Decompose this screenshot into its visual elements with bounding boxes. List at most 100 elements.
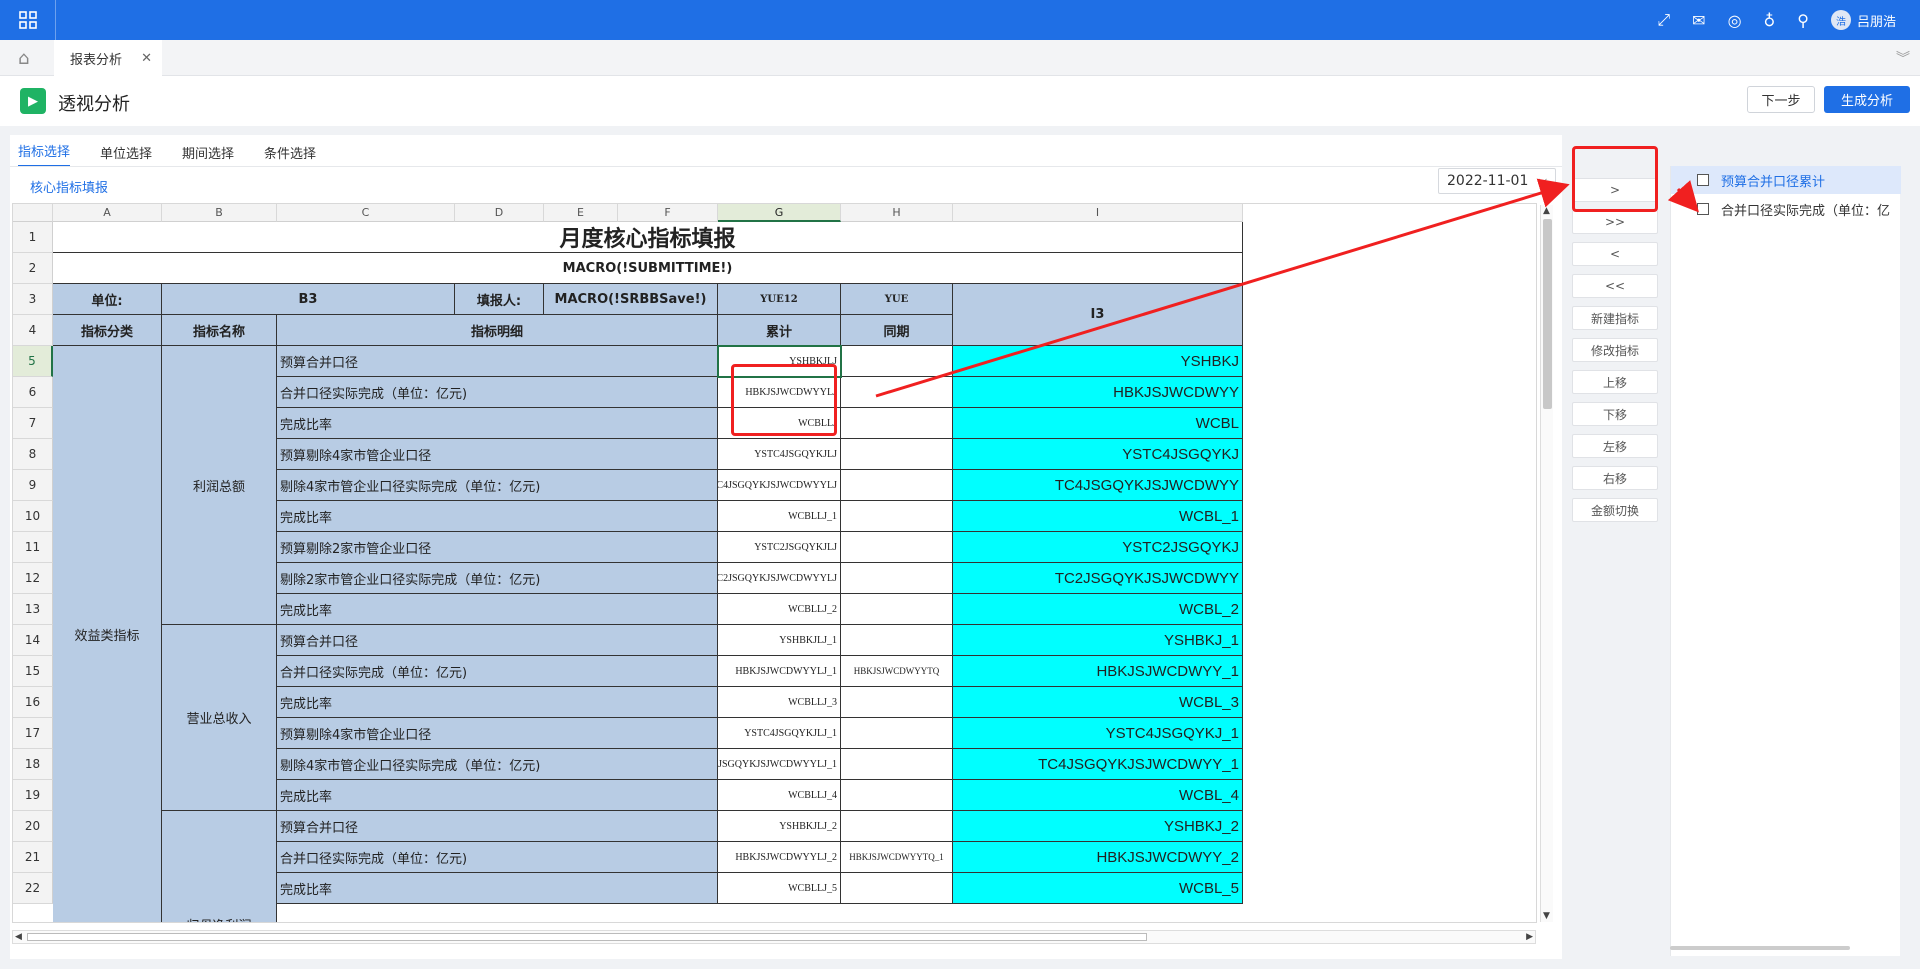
same-period-cell[interactable] <box>841 532 953 563</box>
i-value-cell[interactable]: YSTC4JSGQYKJ_1 <box>953 718 1243 749</box>
shift-right-button[interactable]: 右移 <box>1572 466 1658 490</box>
i-value-cell[interactable]: YSTC2JSGQYKJ <box>953 532 1243 563</box>
cumulative-header-cell[interactable]: 累计 <box>718 315 841 346</box>
shift-left-button[interactable]: 左移 <box>1572 434 1658 458</box>
same-period-cell[interactable] <box>841 873 953 904</box>
scroll-thumb[interactable] <box>27 933 1147 941</box>
row-header[interactable]: 3 <box>13 284 53 315</box>
close-icon[interactable]: ✕ <box>141 51 152 66</box>
chevron-down-icon[interactable]: ︾ <box>1896 48 1910 68</box>
row-header[interactable]: 1 <box>13 222 53 253</box>
same-period-cell[interactable] <box>841 749 953 780</box>
scroll-left-icon[interactable]: ◀ <box>15 932 22 942</box>
home-icon[interactable]: ⌂ <box>18 48 29 69</box>
row-header[interactable]: 14 <box>13 625 53 656</box>
app-grid-icon[interactable] <box>0 0 56 40</box>
i-value-cell[interactable]: WCBL_3 <box>953 687 1243 718</box>
detail-cell[interactable]: 预算合并口径 <box>277 811 718 842</box>
group-cell[interactable]: 营业总收入 <box>162 625 277 811</box>
filler-macro-cell[interactable]: MACRO(!SRBBSave!) <box>544 284 718 315</box>
fullscreen-icon[interactable]: ⤢ <box>1657 10 1670 30</box>
scroll-down-icon[interactable]: ▼ <box>1543 911 1550 921</box>
unit-label-cell[interactable]: 单位: <box>53 284 162 315</box>
row-header[interactable]: 15 <box>13 656 53 687</box>
row-header[interactable]: 11 <box>13 532 53 563</box>
report-link[interactable]: 核心指标填报 <box>30 177 108 196</box>
row-header[interactable]: 6 <box>13 377 53 408</box>
i-value-cell[interactable]: WCBL_2 <box>953 594 1243 625</box>
group-cell[interactable]: 利润总额 <box>162 346 277 625</box>
cumulative-cell[interactable]: HBKJSJWCDWYYLJ_1 <box>718 656 841 687</box>
same-period-cell[interactable] <box>841 501 953 532</box>
i-value-cell[interactable]: WCBL_4 <box>953 780 1243 811</box>
i-value-cell[interactable]: TC4JSGQYKJSJWCDWYY_1 <box>953 749 1243 780</box>
generate-analysis-button[interactable]: 生成分析 <box>1824 86 1910 113</box>
column-header[interactable]: B <box>162 204 277 222</box>
same-period-cell[interactable]: HBKJSJWCDWYYTQ_1 <box>841 842 953 873</box>
column-header[interactable]: A <box>53 204 162 222</box>
detail-cell[interactable]: 完成比率 <box>277 873 718 904</box>
i-value-cell[interactable]: HBKJSJWCDWYY <box>953 377 1243 408</box>
cumulative-cell[interactable]: YSTC2JSGQYKJLJ <box>718 532 841 563</box>
same-period-cell[interactable] <box>841 563 953 594</box>
row-header[interactable]: 10 <box>13 501 53 532</box>
row-header[interactable]: 13 <box>13 594 53 625</box>
submit-time-cell[interactable]: MACRO(!SUBMITTIME!) <box>53 253 1243 284</box>
checkbox[interactable] <box>1697 203 1709 215</box>
detail-cell[interactable]: 完成比率 <box>277 594 718 625</box>
move-all-left-button[interactable]: << <box>1572 274 1658 298</box>
move-left-button[interactable]: < <box>1572 242 1658 266</box>
row-header[interactable]: 20 <box>13 811 53 842</box>
edit-indicator-button[interactable]: 修改指标 <box>1572 338 1658 362</box>
detail-cell[interactable]: 合并口径实际完成（单位：亿元) <box>277 377 718 408</box>
row-header[interactable]: 16 <box>13 687 53 718</box>
same-period-cell[interactable] <box>841 687 953 718</box>
sheet-corner[interactable] <box>13 204 53 222</box>
detail-cell[interactable]: 完成比率 <box>277 501 718 532</box>
row-header[interactable]: 18 <box>13 749 53 780</box>
detail-cell[interactable]: 预算剔除4家市管企业口径 <box>277 439 718 470</box>
filler-label-cell[interactable]: 填报人: <box>455 284 544 315</box>
row-header[interactable]: 4 <box>13 315 53 346</box>
row-header[interactable]: 8 <box>13 439 53 470</box>
i-value-cell[interactable]: TC2JSGQYKJSJWCDWYY <box>953 563 1243 594</box>
detail-cell[interactable]: 预算剔除4家市管企业口径 <box>277 718 718 749</box>
column-header[interactable]: C <box>277 204 455 222</box>
tab-report-analysis[interactable]: 报表分析 ✕ <box>54 40 162 76</box>
row-header[interactable]: 22 <box>13 873 53 904</box>
row-header[interactable]: 2 <box>13 253 53 284</box>
next-step-button[interactable]: 下一步 <box>1747 86 1815 113</box>
group-cell[interactable]: 归母净利润 <box>162 811 277 922</box>
cumulative-cell[interactable]: TC2JSGQYKJSJWCDWYYLJ <box>718 563 841 594</box>
move-all-right-button[interactable]: >> <box>1572 210 1658 234</box>
user-menu[interactable]: 浩 吕朋浩 <box>1830 10 1896 30</box>
date-select[interactable]: 2022-11-01 ⌵ <box>1438 168 1556 194</box>
list-item[interactable]: 预算合并口径累计 <box>1671 166 1901 194</box>
i-value-cell[interactable]: YSHBKJ_1 <box>953 625 1243 656</box>
cumulative-cell[interactable]: YSHBKJLJ_2 <box>718 811 841 842</box>
mail-icon[interactable]: ✉ <box>1692 11 1705 30</box>
detail-cell[interactable]: 完成比率 <box>277 780 718 811</box>
tab-condition-select[interactable]: 条件选择 <box>256 137 316 167</box>
same-period-cell[interactable] <box>841 625 953 656</box>
checkbox[interactable] <box>1697 174 1709 186</box>
same-period-cell[interactable] <box>841 377 953 408</box>
i3-cell[interactable]: I3 <box>953 284 1243 346</box>
list-item[interactable]: 合并口径实际完成（单位：亿 <box>1671 195 1901 223</box>
detail-cell[interactable]: 剔除4家市管企业口径实际完成（单位：亿元) <box>277 470 718 501</box>
cumulative-cell[interactable]: TC4JSGQYKJSJWCDWYYLJ <box>718 470 841 501</box>
i-value-cell[interactable]: YSHBKJ <box>953 346 1243 377</box>
tab-unit-select[interactable]: 单位选择 <box>92 137 152 167</box>
column-header[interactable]: D <box>455 204 544 222</box>
amount-toggle-button[interactable]: 金额切换 <box>1572 498 1658 522</box>
cumulative-cell[interactable]: WCBLLJ_1 <box>718 501 841 532</box>
scroll-right-icon[interactable]: ▶ <box>1526 932 1533 942</box>
i-value-cell[interactable]: WCBL_1 <box>953 501 1243 532</box>
h3-cell[interactable]: YUE <box>841 284 953 315</box>
user-search-icon[interactable]: ⚲ <box>1797 11 1809 30</box>
same-period-cell[interactable] <box>841 408 953 439</box>
detail-cell[interactable]: 预算合并口径 <box>277 625 718 656</box>
same-period-cell[interactable] <box>841 470 953 501</box>
cumulative-cell[interactable]: YSHBKJLJ_1 <box>718 625 841 656</box>
i-value-cell[interactable]: YSTC4JSGQYKJ <box>953 439 1243 470</box>
